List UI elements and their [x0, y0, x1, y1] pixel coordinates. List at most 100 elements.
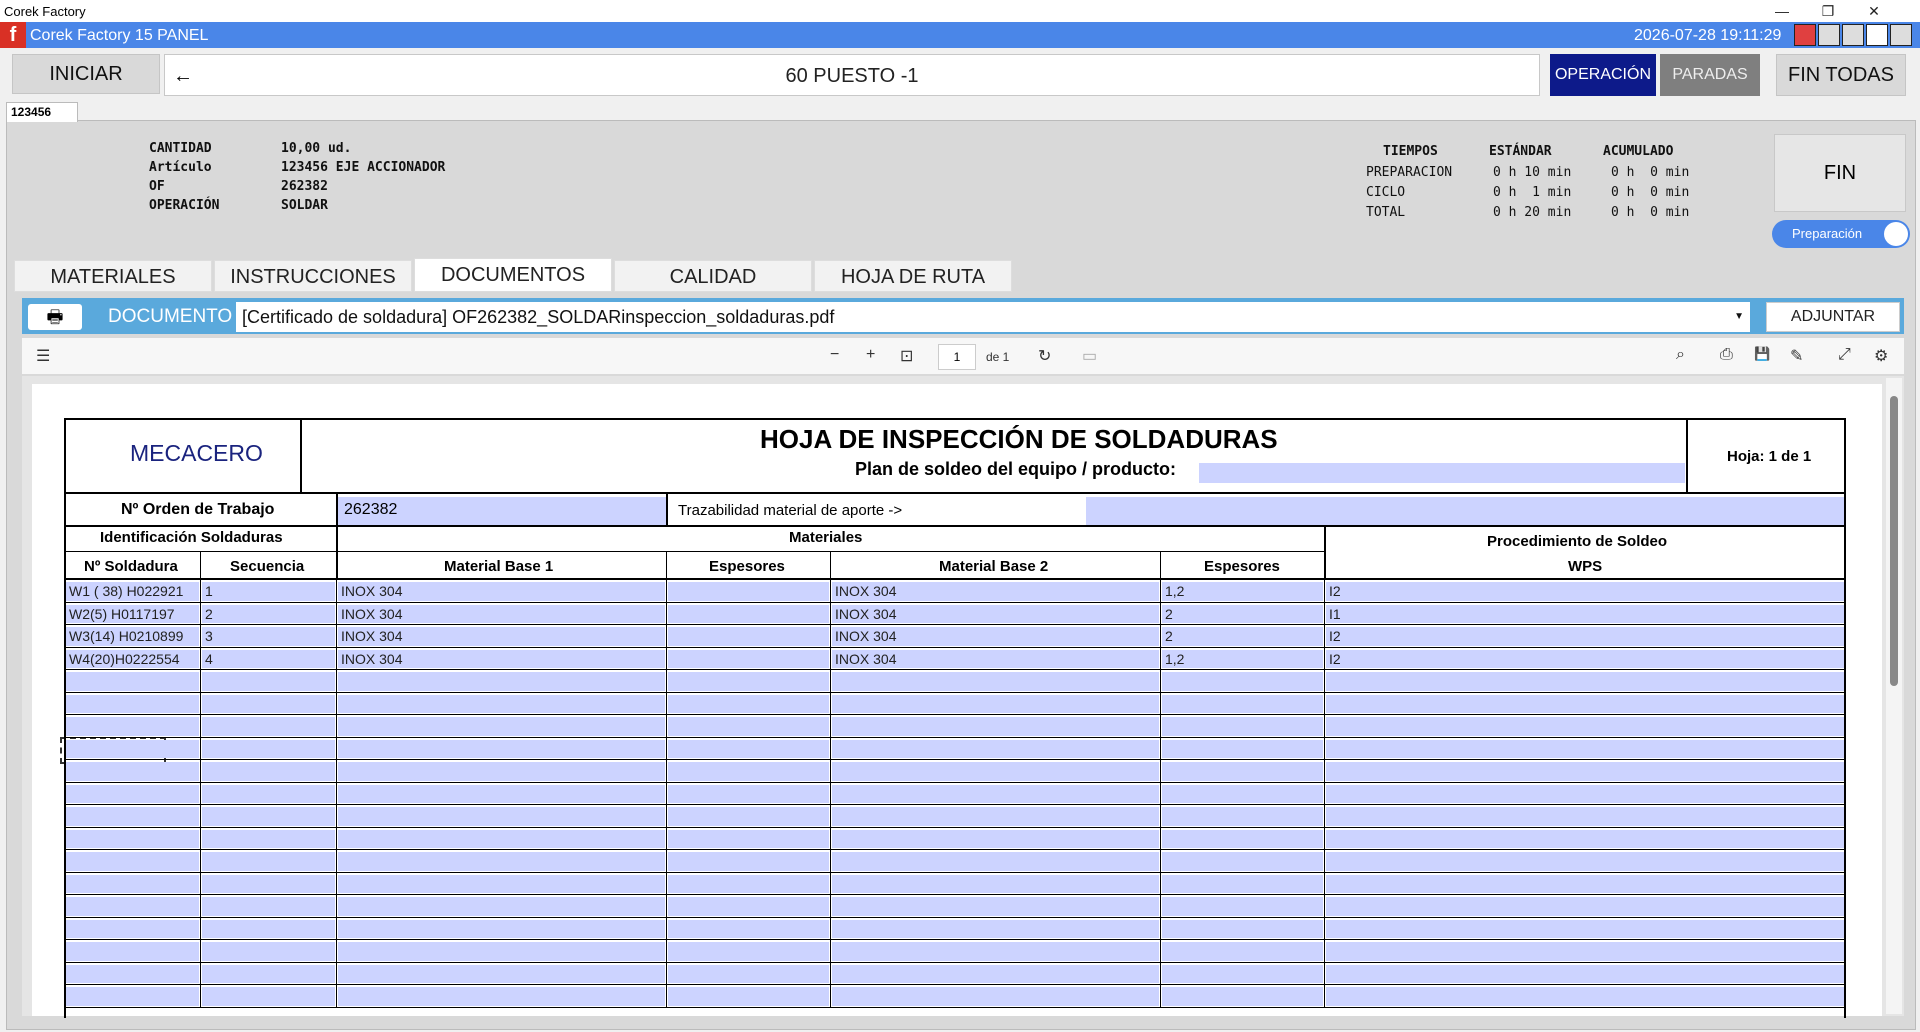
table-cell[interactable] — [1162, 694, 1323, 713]
table-cell[interactable] — [832, 942, 1159, 961]
table-cell[interactable] — [1162, 672, 1323, 691]
preparacion-toggle[interactable]: Preparación — [1772, 220, 1910, 248]
table-cell[interactable] — [1326, 784, 1844, 803]
search-icon[interactable]: ⌕ — [1676, 346, 1685, 364]
table-cell[interactable] — [668, 649, 829, 668]
table-cell[interactable] — [66, 739, 199, 758]
table-cell[interactable] — [1162, 987, 1323, 1006]
fit-page-icon[interactable]: ⊡ — [900, 346, 913, 366]
table-cell[interactable] — [202, 582, 335, 601]
table-cell[interactable] — [66, 942, 199, 961]
table-cell[interactable] — [668, 874, 829, 893]
close-button[interactable]: ✕ — [1852, 0, 1896, 22]
table-cell[interactable] — [202, 852, 335, 871]
table-cell[interactable] — [1326, 807, 1844, 826]
table-cell[interactable] — [1326, 829, 1844, 848]
table-cell[interactable] — [202, 942, 335, 961]
iniciar-button[interactable]: INICIAR — [12, 54, 160, 94]
table-cell[interactable] — [668, 852, 829, 871]
table-cell[interactable] — [66, 807, 199, 826]
table-cell[interactable] — [668, 919, 829, 938]
table-cell[interactable] — [66, 874, 199, 893]
scrollbar-thumb[interactable] — [1890, 396, 1898, 686]
table-cell[interactable] — [1326, 717, 1844, 736]
table-cell[interactable] — [202, 784, 335, 803]
table-cell[interactable] — [1326, 762, 1844, 781]
table-cell[interactable] — [668, 964, 829, 983]
table-cell[interactable] — [1162, 627, 1323, 646]
table-cell[interactable] — [1326, 964, 1844, 983]
edit-icon[interactable]: ✎ — [1790, 346, 1803, 366]
table-cell[interactable] — [832, 784, 1159, 803]
table-cell[interactable] — [832, 919, 1159, 938]
table-cell[interactable] — [66, 964, 199, 983]
table-cell[interactable] — [1162, 717, 1323, 736]
table-cell[interactable] — [202, 919, 335, 938]
plan-field[interactable] — [1199, 463, 1685, 483]
table-cell[interactable] — [832, 829, 1159, 848]
table-cell[interactable] — [1162, 919, 1323, 938]
outline-icon[interactable]: ☰ — [36, 346, 50, 366]
table-cell[interactable] — [202, 739, 335, 758]
table-cell[interactable] — [832, 852, 1159, 871]
table-cell[interactable] — [668, 762, 829, 781]
adjuntar-button[interactable]: ADJUNTAR — [1766, 302, 1900, 332]
tab-calidad[interactable]: CALIDAD — [614, 260, 812, 292]
calculator-icon[interactable] — [1842, 24, 1864, 46]
table-cell[interactable] — [1162, 762, 1323, 781]
table-cell[interactable] — [1162, 807, 1323, 826]
table-cell[interactable] — [338, 852, 665, 871]
table-cell[interactable] — [668, 897, 829, 916]
paradas-button[interactable]: PARADAS — [1660, 54, 1760, 96]
table-cell[interactable] — [202, 649, 335, 668]
table-cell[interactable] — [1326, 649, 1844, 668]
dropdown-caret-icon[interactable]: ▼ — [1734, 302, 1744, 332]
table-cell[interactable] — [338, 807, 665, 826]
fin-todas-button[interactable]: FIN TODAS — [1776, 54, 1906, 96]
fin-button[interactable]: FIN — [1774, 134, 1906, 212]
table-cell[interactable] — [1162, 852, 1323, 871]
table-cell[interactable] — [338, 942, 665, 961]
table-cell[interactable] — [338, 717, 665, 736]
table-cell[interactable] — [202, 717, 335, 736]
table-cell[interactable] — [1162, 582, 1323, 601]
tab-instrucciones[interactable]: INSTRUCCIONES — [214, 260, 412, 292]
table-cell[interactable] — [202, 762, 335, 781]
table-cell[interactable] — [668, 829, 829, 848]
operacion-button[interactable]: OPERACIÓN — [1550, 54, 1656, 96]
table-cell[interactable] — [1326, 694, 1844, 713]
table-cell[interactable] — [1326, 582, 1844, 601]
tab-materiales[interactable]: MATERIALES — [14, 260, 212, 292]
table-cell[interactable] — [66, 784, 199, 803]
toggle-knob[interactable] — [1884, 222, 1908, 246]
table-cell[interactable] — [1326, 604, 1844, 623]
table-cell[interactable] — [832, 694, 1159, 713]
table-cell[interactable] — [832, 897, 1159, 916]
table-cell[interactable] — [1326, 919, 1844, 938]
table-cell[interactable] — [202, 807, 335, 826]
minimize-button[interactable]: — — [1760, 0, 1804, 22]
print-document-button[interactable]: 🖶 — [28, 304, 82, 330]
document-select[interactable]: [Certificado de soldadura] OF262382_SOLD… — [236, 302, 1750, 332]
station-field[interactable]: ← 60 PUESTO -1 — [164, 54, 1540, 96]
table-cell[interactable] — [1326, 672, 1844, 691]
table-cell[interactable] — [66, 987, 199, 1006]
zoom-out-icon[interactable]: − — [830, 346, 839, 364]
table-cell[interactable] — [668, 627, 829, 646]
table-cell[interactable] — [1162, 874, 1323, 893]
table-cell[interactable] — [832, 964, 1159, 983]
table-cell[interactable] — [1326, 852, 1844, 871]
table-cell[interactable] — [66, 762, 199, 781]
table-cell[interactable] — [668, 739, 829, 758]
table-cell[interactable] — [1162, 784, 1323, 803]
page-number-input[interactable]: 1 — [938, 344, 976, 370]
monitor-icon[interactable] — [1818, 24, 1840, 46]
table-cell[interactable] — [202, 874, 335, 893]
table-cell[interactable] — [1326, 874, 1844, 893]
table-cell[interactable] — [202, 694, 335, 713]
table-cell[interactable] — [338, 919, 665, 938]
table-cell[interactable] — [202, 964, 335, 983]
table-cell[interactable] — [668, 582, 829, 601]
settings-icon[interactable]: ⚙ — [1874, 346, 1888, 366]
table-cell[interactable] — [1326, 897, 1844, 916]
